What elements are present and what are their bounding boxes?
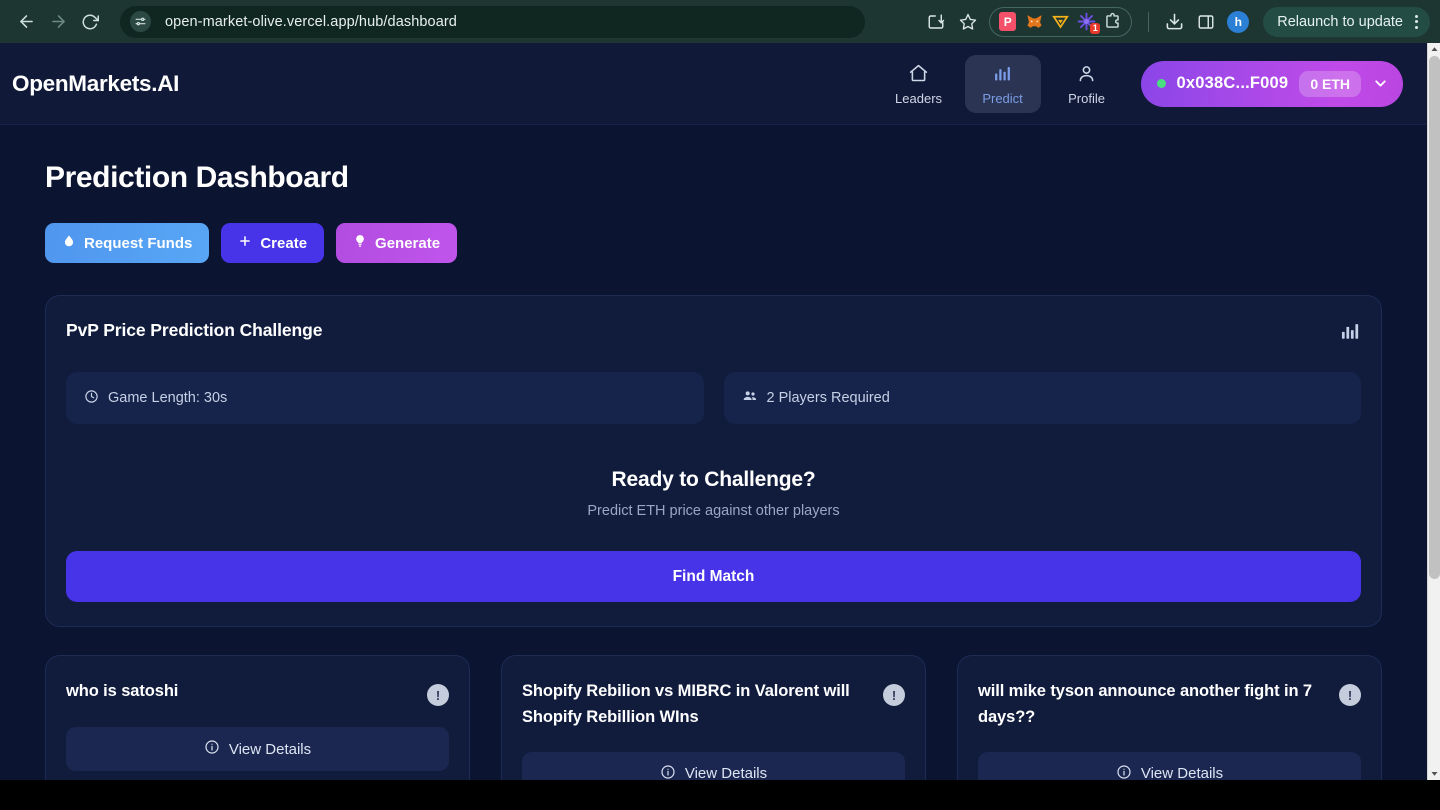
market-card-grid: who is satoshi ! View Details Shopify Re… [45, 655, 1382, 780]
clock-icon [84, 389, 99, 408]
extensions-group: P 1 [989, 6, 1133, 37]
browser-toolbar: open-market-olive.vercel.app/hub/dashboa… [0, 0, 1440, 43]
back-button[interactable] [10, 6, 42, 38]
action-button-row: Request Funds Create Generate [45, 223, 1382, 263]
page-root: OpenMarkets.AI Leaders Predict Profile 0… [0, 43, 1427, 780]
market-card-title: will mike tyson announce another fight i… [978, 682, 1312, 727]
market-card-header: who is satoshi ! [66, 678, 449, 706]
ready-title: Ready to Challenge? [611, 468, 816, 491]
forward-button[interactable] [42, 6, 74, 38]
wallet-button[interactable]: 0x038C...F009 0 ETH [1140, 60, 1403, 107]
toolbar-right-group: P 1 h Relaunch to update [921, 6, 1430, 37]
market-card-header: will mike tyson announce another fight i… [978, 678, 1361, 731]
market-card[interactable]: who is satoshi ! View Details [45, 655, 470, 780]
browser-viewport: OpenMarkets.AI Leaders Predict Profile 0… [0, 43, 1440, 780]
bar-chart-icon [992, 63, 1013, 87]
create-label: Create [260, 234, 308, 252]
request-funds-button[interactable]: Request Funds [45, 223, 210, 263]
market-card-header: Shopify Rebilion vs MIBRC in Valorent wi… [522, 678, 905, 731]
pvp-card-title: PvP Price Prediction Challenge [66, 320, 323, 340]
nav-item-profile[interactable]: Profile [1049, 55, 1125, 113]
wallet-address: 0x038C...F009 [1176, 74, 1289, 92]
extension-badge-count: 1 [1090, 23, 1101, 34]
chevron-down-icon[interactable] [1372, 75, 1391, 92]
market-card-title: who is satoshi [66, 682, 179, 700]
scrollbar-track[interactable] [1428, 56, 1440, 767]
vertical-scrollbar[interactable] [1427, 43, 1440, 780]
find-match-button[interactable]: Find Match [66, 551, 1361, 602]
game-length-pill: Game Length: 30s [66, 372, 704, 424]
market-card[interactable]: Shopify Rebilion vs MIBRC in Valorent wi… [501, 655, 926, 780]
person-icon [1076, 63, 1097, 87]
market-card-title: Shopify Rebilion vs MIBRC in Valorent wi… [522, 682, 850, 727]
generate-label: Generate [375, 234, 441, 252]
phantom-wallet-extension-icon[interactable] [1051, 12, 1070, 31]
nav-item-leaders[interactable]: Leaders [881, 55, 957, 113]
pvp-challenge-card: PvP Price Prediction Challenge Game Leng… [45, 295, 1382, 627]
people-icon [742, 388, 758, 408]
scrollbar-thumb[interactable] [1429, 56, 1440, 579]
players-required-pill: 2 Players Required [723, 372, 1361, 424]
view-details-label: View Details [228, 740, 312, 758]
tune-icon[interactable] [130, 11, 151, 32]
plus-icon [238, 234, 252, 252]
generate-button[interactable]: Generate [336, 223, 458, 263]
home-icon [908, 63, 929, 87]
bar-chart-icon [1339, 320, 1361, 342]
pvp-info-row: Game Length: 30s 2 Players Required [66, 372, 1361, 424]
ready-subtitle: Predict ETH price against other players [587, 503, 840, 519]
view-details-label: View Details [1140, 765, 1224, 780]
pocket-extension-icon[interactable]: P [999, 12, 1018, 31]
status-badge[interactable]: ! [427, 684, 449, 706]
main-content: Prediction Dashboard Request Funds Creat… [0, 125, 1427, 780]
site-header: OpenMarkets.AI Leaders Predict Profile 0… [0, 43, 1427, 125]
toolbar-divider [1148, 11, 1150, 32]
page-title: Prediction Dashboard [45, 161, 349, 194]
avatar[interactable]: h [1223, 7, 1253, 37]
info-icon [204, 739, 220, 759]
game-length-label: Game Length: 30s [108, 390, 228, 406]
lightbulb-icon [353, 234, 367, 252]
create-button[interactable]: Create [221, 223, 325, 263]
install-app-icon[interactable] [921, 7, 951, 37]
url-text: open-market-olive.vercel.app/hub/dashboa… [165, 13, 457, 30]
header-nav: Leaders Predict Profile [881, 54, 1125, 113]
reload-button[interactable] [74, 6, 106, 38]
side-panel-icon[interactable] [1191, 7, 1221, 37]
info-icon [660, 764, 676, 780]
nav-label-profile: Profile [1068, 90, 1105, 106]
status-badge[interactable]: ! [1339, 684, 1361, 706]
droplet-icon [62, 234, 76, 252]
star-icon[interactable] [953, 7, 983, 37]
view-details-button[interactable]: View Details [978, 751, 1361, 780]
wallet-status-dot [1156, 79, 1166, 88]
status-badge[interactable]: ! [883, 684, 905, 706]
pvp-cta-section: Ready to Challenge? Predict ETH price ag… [66, 468, 1361, 519]
kebab-menu-icon[interactable] [1411, 14, 1422, 29]
nav-label-leaders: Leaders [895, 90, 943, 106]
wallet-balance: 0 ETH [1299, 70, 1361, 97]
view-details-button[interactable]: View Details [522, 751, 905, 780]
request-funds-label: Request Funds [84, 234, 193, 252]
market-card[interactable]: will mike tyson announce another fight i… [957, 655, 1382, 780]
info-icon [1116, 764, 1132, 780]
scroll-up-arrow-icon[interactable] [1428, 43, 1440, 56]
extensions-puzzle-icon[interactable] [1103, 12, 1122, 31]
relaunch-to-update-button[interactable]: Relaunch to update [1263, 6, 1430, 37]
pvp-card-header: PvP Price Prediction Challenge [66, 320, 1361, 342]
scroll-down-arrow-icon[interactable] [1428, 767, 1440, 780]
metamask-extension-icon[interactable] [1025, 12, 1044, 31]
address-bar[interactable]: open-market-olive.vercel.app/hub/dashboa… [120, 5, 865, 38]
brand-logo[interactable]: OpenMarkets.AI [12, 71, 179, 97]
avatar-initial: h [1227, 10, 1250, 33]
nav-item-predict[interactable]: Predict [964, 54, 1041, 113]
starburst-extension-icon[interactable]: 1 [1077, 12, 1101, 34]
view-details-button[interactable]: View Details [66, 727, 449, 771]
relaunch-label: Relaunch to update [1277, 13, 1403, 30]
nav-label-predict: Predict [982, 90, 1023, 106]
view-details-label: View Details [684, 765, 768, 780]
download-icon[interactable] [1159, 7, 1189, 37]
players-required-label: 2 Players Required [766, 390, 890, 406]
